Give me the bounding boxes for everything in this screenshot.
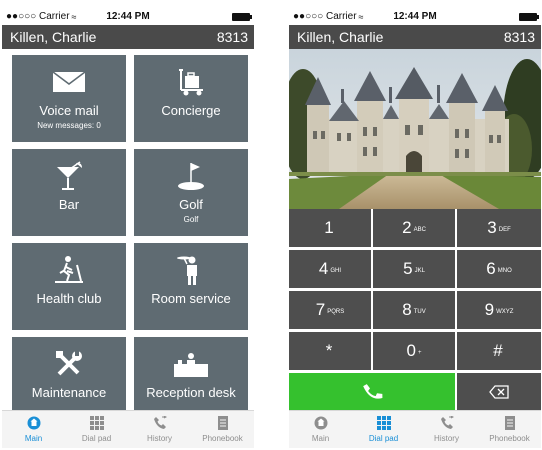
- dialpad-icon: [376, 416, 391, 430]
- cocktail-icon: [54, 161, 84, 191]
- key-star[interactable]: *: [289, 332, 371, 370]
- key-3[interactable]: 3 DEF: [457, 209, 541, 247]
- tile-concierge[interactable]: Concierge: [134, 55, 248, 142]
- tab-label: Main: [24, 434, 43, 443]
- header-bar: Killen, Charlie 8313: [2, 25, 254, 49]
- tile-sublabel: Golf: [183, 215, 199, 224]
- tile-label: Concierge: [161, 103, 221, 118]
- key-5[interactable]: 5 JKL: [373, 250, 455, 288]
- tab-bar: Main Dial pad History Phonebook: [2, 410, 254, 448]
- tile-label: Voice mail: [39, 103, 99, 118]
- tab-main[interactable]: Main: [289, 411, 352, 448]
- tile-golf[interactable]: Golf Golf: [134, 149, 248, 236]
- header-bar: Killen, Charlie 8313: [289, 25, 541, 49]
- phone-history-icon: [440, 416, 454, 429]
- tab-label: Phonebook: [202, 434, 243, 443]
- waiter-icon: [176, 255, 206, 285]
- reception-bell-icon: [173, 349, 209, 379]
- phonebook-icon: [217, 416, 228, 430]
- tab-bar: Main Dial pad History Phonebook: [289, 410, 541, 448]
- guest-name: Killen, Charlie: [297, 29, 384, 45]
- guest-name: Killen, Charlie: [10, 29, 97, 45]
- backspace-button[interactable]: [457, 373, 541, 410]
- golf-icon: [176, 161, 206, 191]
- tile-health-club[interactable]: Health club: [12, 243, 126, 330]
- status-time: 12:44 PM: [393, 11, 437, 22]
- battery-icon: [519, 12, 539, 21]
- tab-label: History: [147, 434, 172, 443]
- phone-history-icon: [153, 416, 167, 429]
- tile-label: Reception desk: [146, 385, 236, 400]
- phone-handset-icon: [363, 383, 383, 399]
- backspace-icon: [489, 384, 509, 399]
- dialpad-icon: [89, 416, 104, 430]
- tab-label: Dial pad: [81, 434, 112, 443]
- tools-icon: [54, 349, 84, 379]
- dial-pad-screen: ●●○○○ Carrier ≈ 12:44 PM Killen, Charlie …: [289, 8, 541, 448]
- key-2[interactable]: 2 ABC: [373, 209, 455, 247]
- status-time: 12:44 PM: [106, 11, 150, 22]
- tab-label: Main: [311, 434, 330, 443]
- home-icon: [314, 416, 327, 430]
- key-4[interactable]: 4 GHI: [289, 250, 371, 288]
- tab-label: Dial pad: [368, 434, 399, 443]
- tile-sublabel: New messages: 0: [37, 121, 101, 130]
- status-bar: ●●○○○ Carrier ≈ 12:44 PM: [2, 8, 254, 25]
- status-bar: ●●○○○ Carrier ≈ 12:44 PM: [289, 8, 541, 25]
- home-icon: [27, 416, 40, 430]
- tab-main[interactable]: Main: [2, 411, 65, 448]
- treadmill-icon: [53, 255, 85, 285]
- tile-label: Room service: [151, 291, 231, 306]
- room-number: 8313: [216, 29, 248, 45]
- tile-room-service[interactable]: Room service: [134, 243, 248, 330]
- tile-label: Golf: [179, 197, 203, 212]
- tab-label: Phonebook: [489, 434, 530, 443]
- hotel-photo: [289, 49, 541, 209]
- tab-label: History: [434, 434, 459, 443]
- main-screen: ●●○○○ Carrier ≈ 12:44 PM Killen, Charlie …: [2, 8, 254, 448]
- tile-label: Health club: [36, 291, 102, 306]
- tile-voice-mail[interactable]: Voice mail New messages: 0: [12, 55, 126, 142]
- call-button[interactable]: [289, 373, 455, 410]
- tile-label: Bar: [58, 197, 80, 212]
- tile-label: Maintenance: [31, 385, 107, 400]
- luggage-cart-icon: [176, 67, 206, 97]
- battery-icon: [232, 12, 252, 21]
- dial-keypad: 1 2 ABC 3 DEF 4 GHI 5 JKL 6 MNO 7 PQRS 8 TUV 9W…: [289, 209, 541, 410]
- tab-history[interactable]: History: [415, 411, 478, 448]
- tab-history[interactable]: History: [128, 411, 191, 448]
- tile-bar[interactable]: Bar: [12, 149, 126, 236]
- envelope-icon: [52, 67, 86, 97]
- key-hash[interactable]: #: [457, 332, 541, 370]
- room-number: 8313: [503, 29, 535, 45]
- service-tiles: Voice mail New messages: 0 Concierge Bar…: [2, 49, 254, 424]
- key-0[interactable]: 0 +: [373, 332, 455, 370]
- key-7[interactable]: 7 PQRS: [289, 291, 371, 329]
- key-9[interactable]: 9 WXYZ: [457, 291, 541, 329]
- tab-phonebook[interactable]: Phonebook: [191, 411, 254, 448]
- key-1[interactable]: 1: [289, 209, 371, 247]
- phonebook-icon: [504, 416, 515, 430]
- tab-dial-pad[interactable]: Dial pad: [352, 411, 415, 448]
- tab-phonebook[interactable]: Phonebook: [478, 411, 541, 448]
- tab-dial-pad[interactable]: Dial pad: [65, 411, 128, 448]
- key-8[interactable]: 8 TUV: [373, 291, 455, 329]
- key-6[interactable]: 6 MNO: [457, 250, 541, 288]
